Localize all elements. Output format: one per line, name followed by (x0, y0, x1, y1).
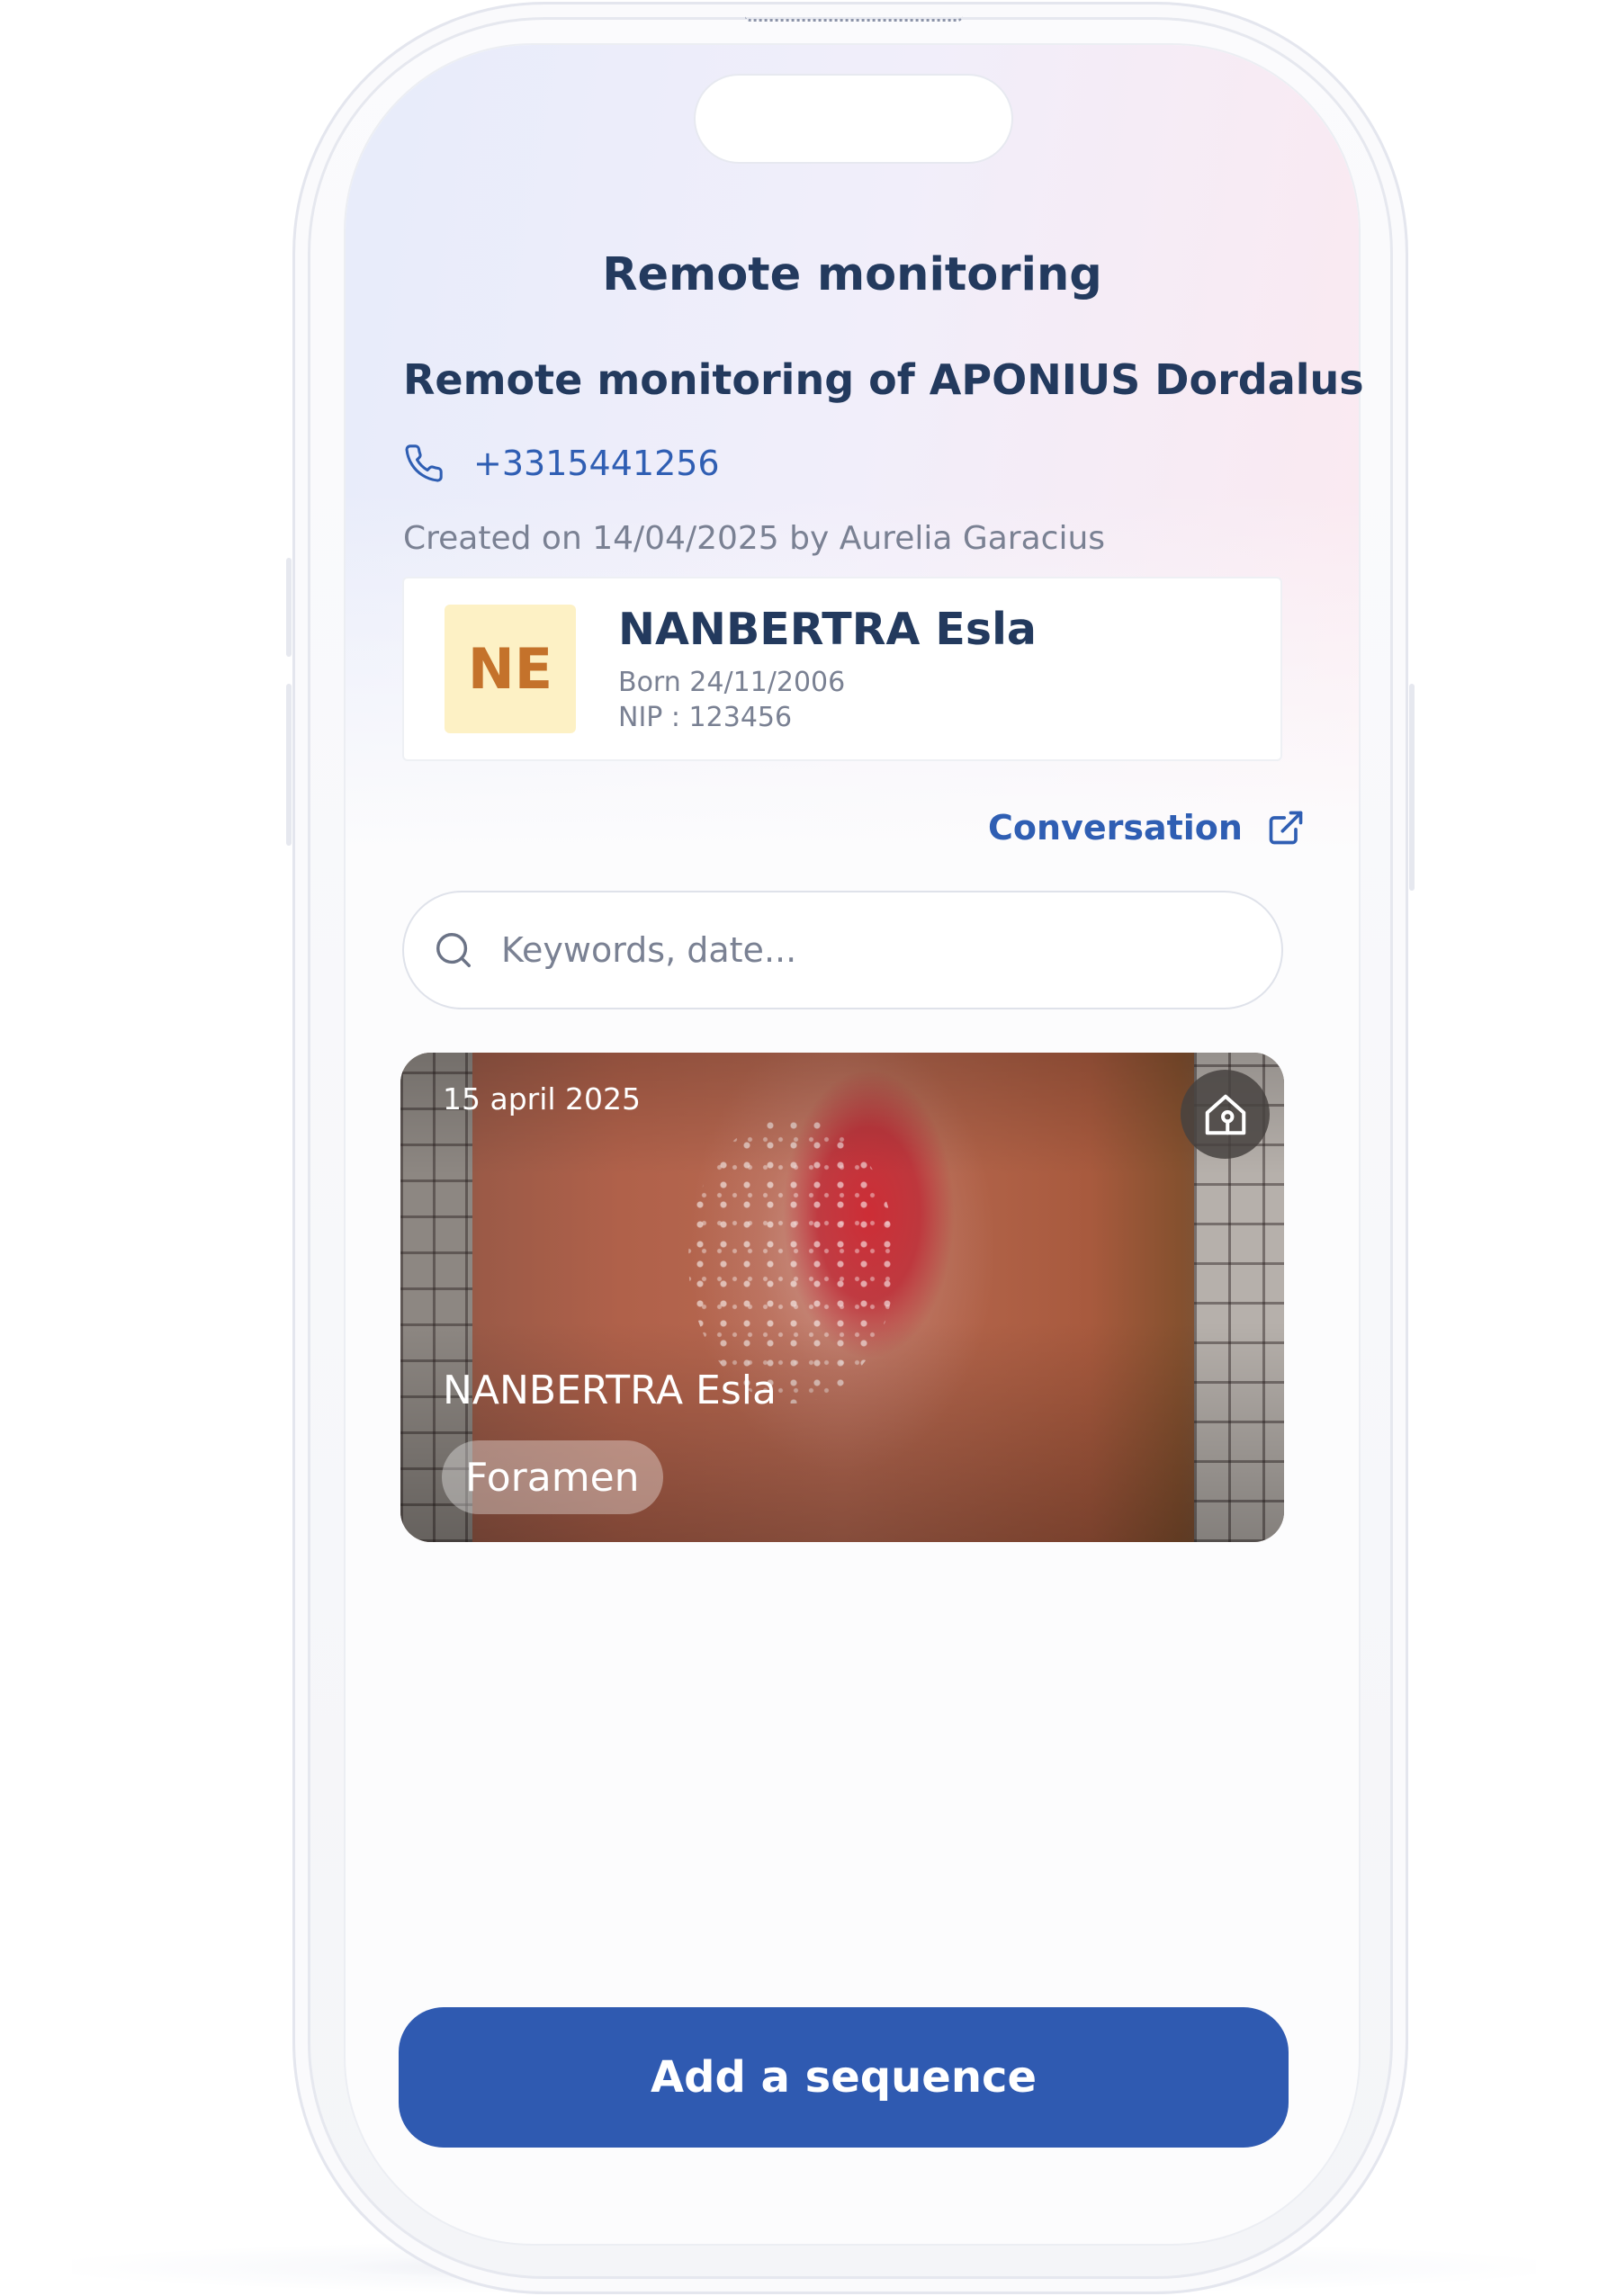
sequence-date: 15 april 2025 (443, 1081, 642, 1117)
power-button (1409, 684, 1415, 891)
avatar: NE (445, 605, 576, 733)
sequence-card[interactable]: 15 april 2025 NANBERTRA Esla Foramen (400, 1053, 1284, 1542)
page-title: Remote monitoring (602, 248, 1102, 301)
phone-number[interactable]: +3315441256 (473, 444, 720, 483)
external-link-icon[interactable] (1266, 808, 1306, 848)
conversation-label[interactable]: Conversation (988, 808, 1243, 848)
search-icon (436, 933, 471, 967)
location-tag: Foramen (442, 1440, 663, 1514)
patient-nip: NIP : 123456 (618, 702, 793, 733)
patient-name: NANBERTRA Esla (618, 604, 1037, 655)
search-input[interactable] (499, 929, 1241, 971)
phone-link[interactable]: +3315441256 (403, 441, 720, 486)
volume-button (286, 684, 292, 846)
home-icon (1205, 1094, 1245, 1135)
created-info: Created on 14/04/2025 by Aurelia Garaciu… (403, 520, 1106, 557)
monitoring-title: Remote monitoring of APONIUS Dordalus (403, 355, 1364, 404)
add-sequence-button[interactable]: Add a sequence (399, 2007, 1289, 2148)
home-badge[interactable] (1181, 1070, 1270, 1159)
volume-button (286, 558, 292, 657)
speaker-grille (745, 11, 963, 22)
phone-icon (405, 444, 443, 482)
dynamic-island (694, 74, 1013, 164)
patient-card[interactable]: NE NANBERTRA Esla Born 24/11/2006 NIP : … (402, 577, 1282, 761)
sequence-patient-name: NANBERTRA Esla (443, 1368, 777, 1413)
stage: Remote monitoring Remote monitoring of A… (0, 0, 1608, 2296)
search-bar[interactable] (402, 891, 1283, 1009)
conversation-link[interactable]: Conversation (988, 801, 1306, 855)
patient-birthdate: Born 24/11/2006 (618, 667, 846, 698)
